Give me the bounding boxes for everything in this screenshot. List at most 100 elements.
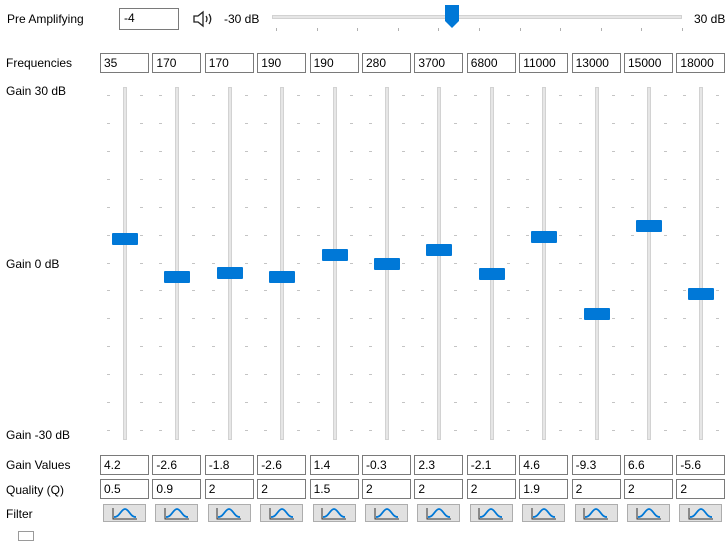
band-slider-tick (244, 150, 248, 152)
band-slider-tick (349, 178, 353, 180)
filter-button[interactable] (679, 504, 723, 522)
filter-button[interactable] (574, 504, 618, 522)
frequency-field[interactable]: 13000 (571, 53, 621, 73)
band-slider-tick (369, 374, 372, 376)
band-slider-tick (140, 290, 143, 292)
filter-button[interactable] (469, 504, 513, 522)
band-slider-thumb[interactable] (374, 258, 400, 271)
band-slider-tick (559, 290, 563, 292)
filter-button[interactable] (207, 504, 251, 522)
band-slider-tick (664, 262, 667, 264)
band-slider-tick (402, 430, 405, 431)
filter-button[interactable] (260, 504, 304, 522)
band-slider-track[interactable] (542, 87, 547, 440)
frequency-field[interactable]: 15000 (624, 53, 673, 73)
gain-value-field[interactable]: -2.6 (257, 455, 307, 475)
band-slider-thumb[interactable] (216, 266, 243, 279)
band-slider-thumb[interactable] (478, 268, 505, 281)
quality-field[interactable]: 1.9 (519, 479, 569, 499)
gain-value-field[interactable]: 6.6 (624, 455, 673, 475)
gain-value-field[interactable]: -2.1 (466, 455, 516, 475)
gain-value-field[interactable]: -2.6 (152, 455, 202, 475)
band-slider-tick (683, 402, 687, 404)
gain-value-field[interactable]: 4.2 (100, 455, 149, 475)
filter-button[interactable] (365, 504, 408, 522)
quality-field[interactable]: 0.5 (100, 479, 149, 499)
band-slider-track[interactable] (332, 87, 337, 440)
band-slider-tick (369, 430, 372, 431)
band-slider-thumb[interactable] (321, 248, 348, 261)
frequency-field[interactable]: 190 (309, 53, 359, 73)
band-slider-thumb[interactable] (688, 287, 715, 300)
band-slider-track[interactable] (227, 87, 232, 440)
band-slider-tick (211, 318, 215, 320)
band-slider-tick (192, 234, 196, 236)
frequency-field[interactable]: 18000 (676, 53, 726, 73)
quality-field[interactable]: 2 (466, 479, 516, 499)
band-slider-tick (421, 402, 425, 404)
frequency-field[interactable]: 6800 (466, 53, 516, 73)
quality-field[interactable]: 2 (624, 479, 673, 499)
quality-field[interactable]: 2 (362, 479, 411, 499)
band-slider-thumb[interactable] (426, 243, 453, 256)
filter-button[interactable] (417, 504, 461, 522)
band-slider-tick (159, 178, 163, 180)
band-slider-tick (454, 122, 458, 124)
gain-value-field[interactable]: -1.8 (204, 455, 254, 475)
band-slider-thumb[interactable] (164, 271, 191, 284)
gain-zero-label: Gain 0 dB (6, 257, 60, 271)
band-slider-track[interactable] (647, 87, 651, 440)
frequency-field[interactable]: 170 (204, 53, 254, 73)
checkbox[interactable] (18, 531, 34, 541)
band-slider-tick (316, 430, 320, 431)
band-slider-tick (664, 95, 667, 96)
preamp-slider-thumb[interactable] (444, 5, 459, 29)
frequencies-label: Frequencies (6, 56, 73, 70)
frequency-field[interactable]: 170 (152, 53, 202, 73)
band-slider-thumb[interactable] (531, 230, 558, 243)
frequency-field[interactable]: 3700 (414, 53, 464, 73)
band-slider-tick (559, 346, 563, 348)
quality-field[interactable]: 2 (414, 479, 464, 499)
gain-value-field[interactable]: 4.6 (519, 455, 569, 475)
filter-button[interactable] (103, 504, 146, 522)
band-slider-track[interactable] (699, 87, 704, 440)
band-slider-thumb[interactable] (112, 233, 138, 246)
gain-value-field[interactable]: 2.3 (414, 455, 464, 475)
filter-button[interactable] (627, 504, 670, 522)
filter-label: Filter (6, 507, 33, 521)
band-slider-thumb[interactable] (636, 219, 662, 232)
quality-field[interactable]: 0.9 (152, 479, 202, 499)
frequency-field[interactable]: 190 (257, 53, 307, 73)
band-slider-thumb[interactable] (269, 271, 296, 284)
frequency-field[interactable]: 280 (362, 53, 411, 73)
quality-field[interactable]: 2 (257, 479, 307, 499)
quality-field[interactable]: 1.5 (309, 479, 359, 499)
filter-button[interactable] (155, 504, 199, 522)
gain-value-field[interactable]: -9.3 (571, 455, 621, 475)
gain-value-field[interactable]: -5.6 (676, 455, 726, 475)
band-slider-track[interactable] (175, 87, 180, 440)
band-slider-track[interactable] (280, 87, 285, 440)
band-slider-tick (473, 374, 477, 376)
frequency-field[interactable]: 35 (100, 53, 149, 73)
band-slider-track[interactable] (437, 87, 442, 440)
speaker-icon[interactable] (192, 9, 214, 29)
quality-field[interactable]: 2 (571, 479, 621, 499)
quality-field[interactable]: 2 (676, 479, 726, 499)
frequency-field[interactable]: 11000 (519, 53, 569, 73)
filter-button[interactable] (312, 504, 356, 522)
band-slider-track[interactable] (123, 87, 127, 440)
band-slider-track[interactable] (594, 87, 599, 440)
gain-value-field[interactable]: -0.3 (362, 455, 411, 475)
gain-value-field[interactable]: 1.4 (309, 455, 359, 475)
preamp-value-field[interactable]: -4 (119, 8, 179, 30)
band-slider-track[interactable] (489, 87, 494, 440)
band-slider-thumb[interactable] (583, 308, 610, 321)
quality-field[interactable]: 2 (204, 479, 254, 499)
band-slider-tick (316, 206, 320, 208)
band-slider-tick (264, 206, 268, 208)
filter-button[interactable] (522, 504, 566, 522)
preamp-slider-track[interactable] (272, 15, 682, 19)
band-slider-tick (402, 374, 405, 376)
